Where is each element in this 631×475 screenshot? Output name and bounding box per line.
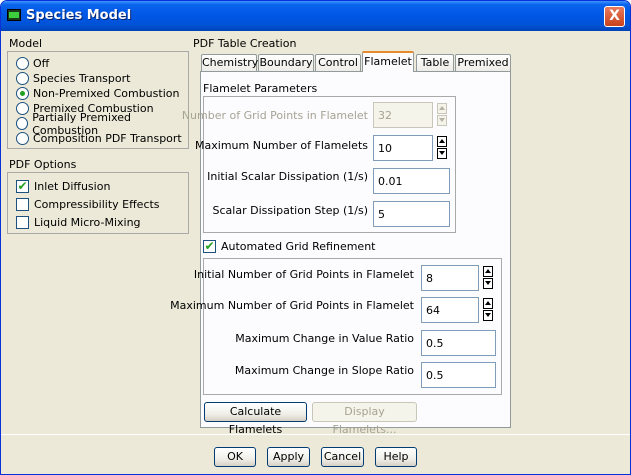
model-option-species-transport[interactable]: Species Transport xyxy=(16,71,130,86)
model-option-non-premixed[interactable]: Non-Premixed Combustion xyxy=(16,86,179,101)
inlet-diffusion-option[interactable]: ✔ Inlet Diffusion xyxy=(16,179,110,194)
calculate-flamelets-button[interactable]: Calculate Flamelets xyxy=(204,402,307,436)
model-option-label: Composition PDF Transport xyxy=(33,132,182,145)
spin-up-icon[interactable] xyxy=(483,266,493,277)
inlet-diffusion-checkbox[interactable]: ✔ xyxy=(16,180,29,193)
grid-points-field: 32 xyxy=(373,102,433,128)
initial-dissipation-label: Initial Scalar Dissipation (1/s) xyxy=(207,170,368,183)
checkbox-label: Automated Grid Refinement xyxy=(221,240,376,253)
window-title: Species Model xyxy=(26,8,132,23)
checkbox-label: Inlet Diffusion xyxy=(34,180,111,193)
liquid-micro-mixing-option[interactable]: Liquid Micro-Mixing xyxy=(16,215,141,230)
radio-non-premixed[interactable] xyxy=(16,87,29,100)
automated-grid-refinement-checkbox[interactable]: ✔ xyxy=(203,240,216,253)
radio-partially-premixed[interactable] xyxy=(16,117,29,130)
spin-up-icon xyxy=(437,103,447,114)
grid-points-label: Number of Grid Points in Flamelet xyxy=(181,109,368,122)
max-grid-points-field[interactable]: 64 xyxy=(421,297,479,323)
pdf-options-group: ✔ Inlet Diffusion Compressibility Effect… xyxy=(7,172,189,234)
spin-down-icon[interactable] xyxy=(483,310,493,321)
max-flamelets-field[interactable]: 10 xyxy=(373,135,433,161)
tab-flamelet[interactable]: Flamelet xyxy=(362,51,414,72)
model-option-label: Non-Premixed Combustion xyxy=(33,87,180,100)
model-option-label: Off xyxy=(33,57,50,70)
max-flamelets-spinner[interactable] xyxy=(437,136,447,160)
radio-composition-pdf[interactable] xyxy=(16,132,29,145)
checkbox-label: Liquid Micro-Mixing xyxy=(34,216,141,229)
tab-boundary[interactable]: Boundary xyxy=(258,54,314,72)
pdf-options-label: PDF Options xyxy=(9,158,77,171)
footer-separator xyxy=(1,434,630,435)
checkbox-label: Compressibility Effects xyxy=(34,198,160,211)
max-value-ratio-field[interactable]: 0.5 xyxy=(421,330,496,356)
automated-grid-refinement-option[interactable]: ✔ Automated Grid Refinement xyxy=(203,239,376,254)
flamelet-parameters-group: Number of Grid Points in Flamelet 32 Max… xyxy=(182,96,456,233)
tab-table[interactable]: Table xyxy=(416,54,454,72)
app-icon xyxy=(7,9,21,21)
initial-dissipation-field[interactable]: 0.01 xyxy=(373,168,450,194)
tab-premixed[interactable]: Premixed xyxy=(455,54,511,72)
close-button[interactable]: X xyxy=(604,6,625,27)
initial-grid-points-label: Initial Number of Grid Points in Flamele… xyxy=(193,268,414,281)
pdf-table-label: PDF Table Creation xyxy=(193,37,297,50)
flamelet-parameters-label: Flamelet Parameters xyxy=(203,82,318,95)
display-flamelets-button[interactable]: Display Flamelets... xyxy=(312,402,417,436)
model-option-off[interactable]: Off xyxy=(16,56,49,71)
species-model-dialog: Species Model X Model Off Species Transp… xyxy=(0,0,631,475)
radio-species-transport[interactable] xyxy=(16,72,29,85)
model-option-label: Species Transport xyxy=(33,72,131,85)
ok-button[interactable]: OK xyxy=(214,447,256,467)
spin-down-icon xyxy=(437,115,447,126)
help-button[interactable]: Help xyxy=(375,447,417,467)
initial-grid-points-spinner[interactable] xyxy=(483,266,493,290)
compressibility-option[interactable]: Compressibility Effects xyxy=(16,197,160,212)
max-slope-ratio-label: Maximum Change in Slope Ratio xyxy=(234,364,414,377)
grid-points-spinner xyxy=(437,103,447,127)
dissipation-step-label: Scalar Dissipation Step (1/s) xyxy=(212,204,368,217)
model-group-label: Model xyxy=(9,37,43,50)
model-option-partially-premixed[interactable]: Partially Premixed Combustion xyxy=(16,111,188,137)
model-group: Off Species Transport Non-Premixed Combu… xyxy=(7,51,189,149)
max-grid-points-label: Maximum Number of Grid Points in Flamele… xyxy=(170,299,414,312)
max-grid-points-spinner[interactable] xyxy=(483,298,493,322)
max-value-ratio-label: Maximum Change in Value Ratio xyxy=(235,332,414,345)
compressibility-checkbox[interactable] xyxy=(16,198,29,211)
spin-down-icon[interactable] xyxy=(483,278,493,289)
max-slope-ratio-field[interactable]: 0.5 xyxy=(421,362,496,388)
dissipation-step-field[interactable]: 5 xyxy=(373,201,450,227)
apply-button[interactable]: Apply xyxy=(267,447,310,467)
radio-off[interactable] xyxy=(16,57,29,70)
grid-refinement-group: Initial Number of Grid Points in Flamele… xyxy=(170,258,502,395)
tab-chemistry[interactable]: Chemistry xyxy=(201,54,258,72)
radio-premixed[interactable] xyxy=(16,102,29,115)
cancel-button[interactable]: Cancel xyxy=(321,447,364,467)
max-flamelets-label: Maximum Number of Flamelets xyxy=(195,139,368,152)
model-option-composition-pdf[interactable]: Composition PDF Transport xyxy=(16,131,182,146)
title-bar[interactable]: Species Model X xyxy=(1,1,630,31)
spin-up-icon[interactable] xyxy=(483,298,493,309)
flamelet-tab-panel: Flamelet Parameters Number of Grid Point… xyxy=(170,71,511,436)
tab-control[interactable]: Control xyxy=(315,54,361,72)
initial-grid-points-field[interactable]: 8 xyxy=(421,265,479,291)
spin-up-icon[interactable] xyxy=(437,136,447,147)
spin-down-icon[interactable] xyxy=(437,148,447,159)
liquid-micro-mixing-checkbox[interactable] xyxy=(16,216,29,229)
